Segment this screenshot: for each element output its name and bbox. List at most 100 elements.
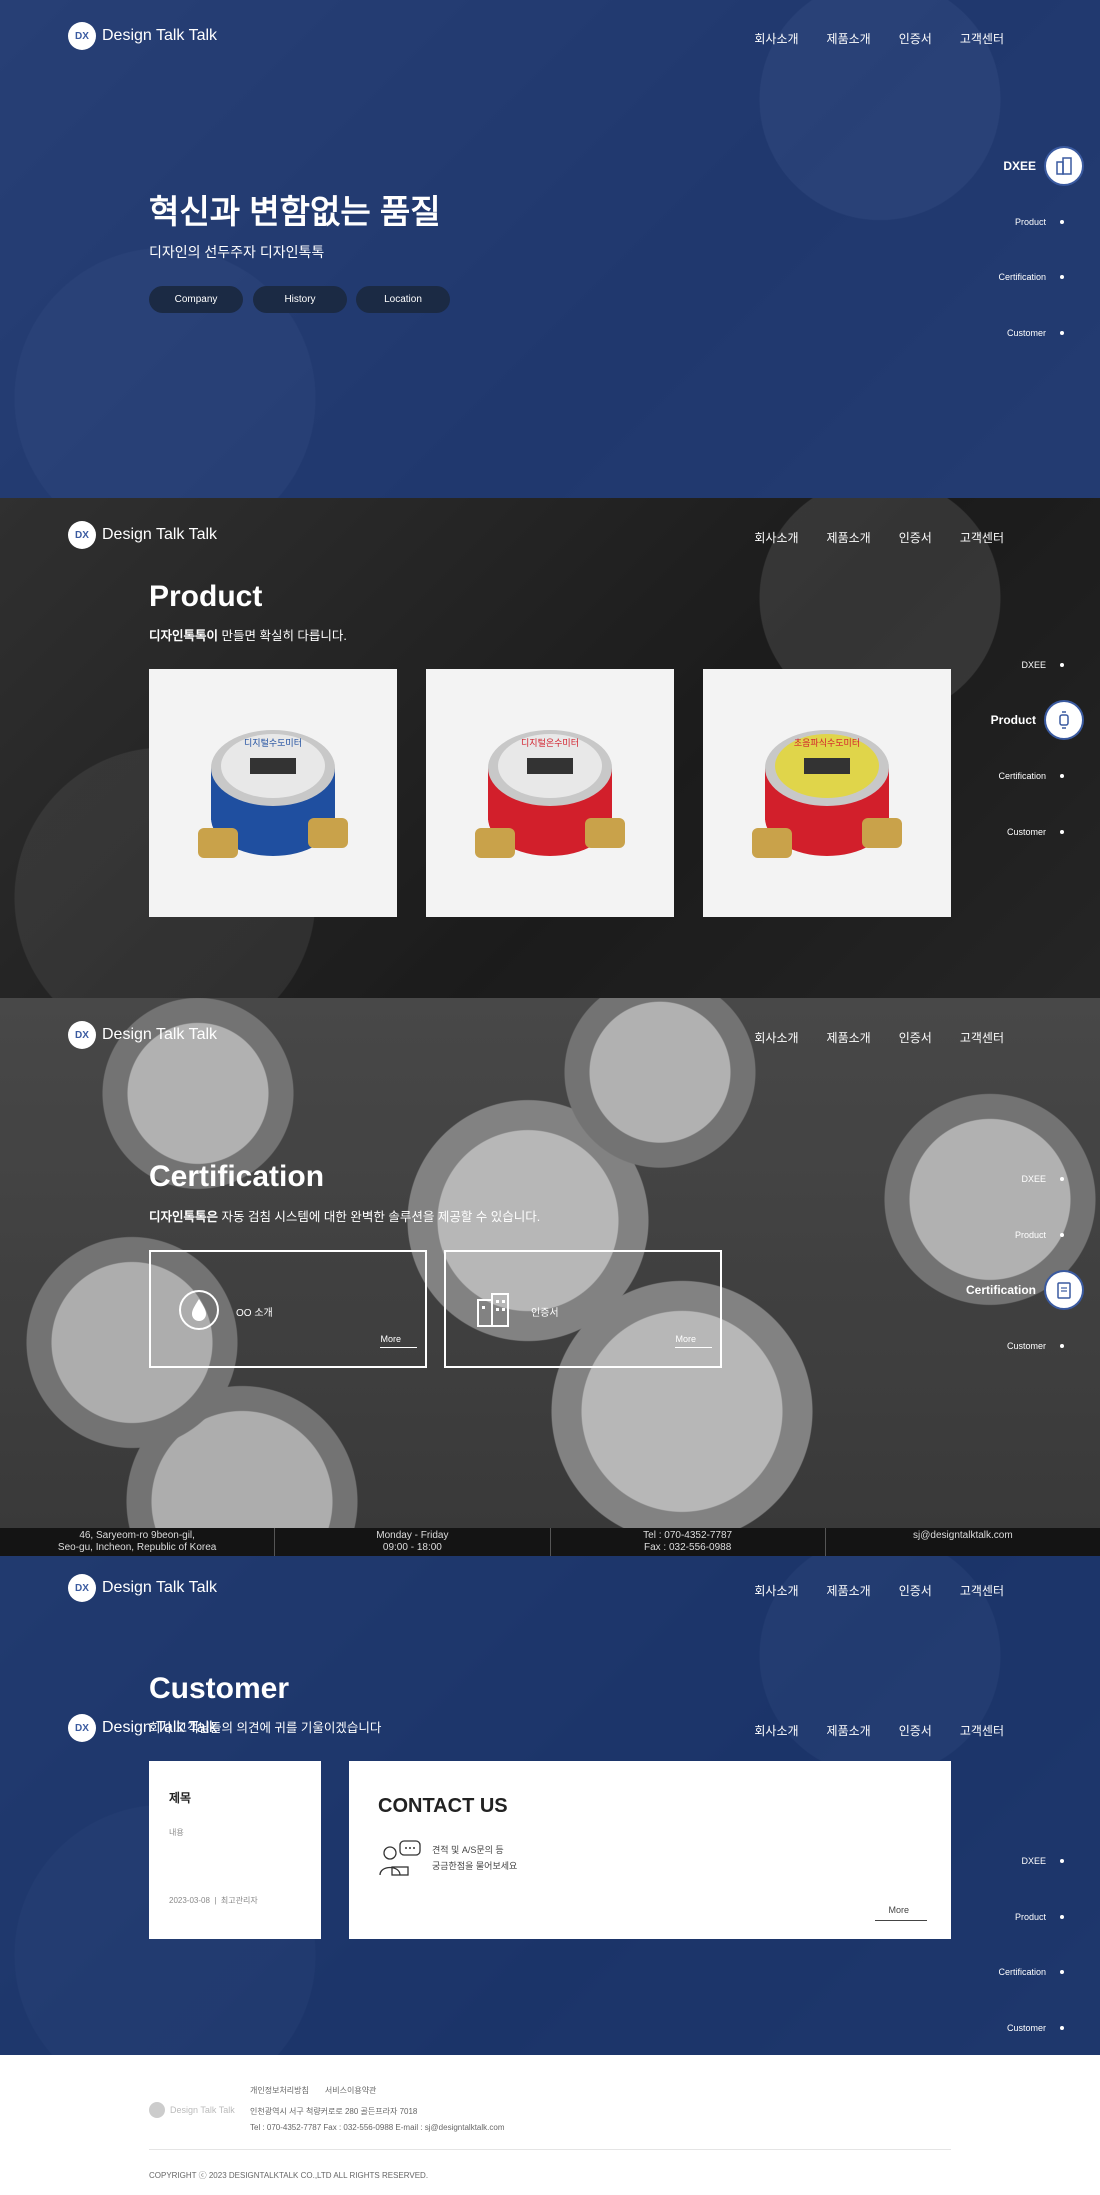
section-title: Certification	[149, 1160, 325, 1193]
info-address: 46, Saryeom-ro 9beon-gil, Seo-gu, Incheon…	[0, 1528, 276, 1556]
product-card-3[interactable]: 초음파식수도미터	[703, 669, 951, 917]
support-agent-icon	[378, 1839, 422, 1884]
info-hours: Monday - Friday 09:00 - 18:00	[275, 1528, 551, 1556]
side-nav-item-certification[interactable]: Certification	[998, 1967, 1064, 1977]
nav-item-certification[interactable]: 인증서	[899, 529, 932, 546]
side-nav-item-dxee[interactable]: DXEE	[1003, 146, 1084, 186]
address-line2: Seo-gu, Incheon, Republic of Korea	[57, 1542, 217, 1553]
dot-icon	[1060, 1859, 1064, 1863]
intro-box[interactable]: OO 소개 More	[149, 1250, 427, 1368]
meter-label: 초음파식수도미터	[794, 738, 860, 748]
logo[interactable]: DX Design Talk Talk	[68, 22, 217, 50]
nav-item-company[interactable]: 회사소개	[754, 1582, 798, 1599]
side-nav-item-product[interactable]: Product	[1015, 1912, 1064, 1922]
contact-more-link[interactable]: More	[888, 1905, 909, 1915]
contact-title: CONTACT US	[378, 1795, 508, 1817]
footer-contact: Tel : 070-4352-7787 Fax : 032-556-0988 E…	[250, 2123, 505, 2132]
side-nav-label: DXEE	[1021, 1856, 1046, 1866]
side-nav-label: Customer	[1006, 827, 1046, 837]
intro-more-link[interactable]: More	[380, 1334, 417, 1348]
contact-line2: 궁금한점을 물어보세요	[432, 1861, 518, 1871]
footer-links: 개인정보처리방침 서비스이용약관	[250, 2085, 376, 2096]
logo[interactable]: DX Design Talk Talk	[68, 521, 217, 549]
side-nav-item-certification[interactable]: Certification	[966, 1270, 1084, 1310]
product-card-2[interactable]: 디지털온수미터	[426, 669, 674, 917]
section-description: 디자인톡톡은 자동 검침 시스템에 대한 완벽한 솔루션을 제공할 수 있습니다…	[149, 1206, 540, 1225]
side-nav-label: DXEE	[1021, 660, 1046, 670]
nav-item-products[interactable]: 제품소개	[827, 30, 871, 47]
nav-item-company[interactable]: 회사소개	[754, 1722, 798, 1739]
side-nav: DXEE Product Certification Customer	[980, 0, 1100, 498]
side-nav-item-customer[interactable]: Customer	[1007, 328, 1064, 338]
side-nav-label: Certification	[965, 1283, 1036, 1297]
footer-logo-text: Design Talk Talk	[170, 2105, 235, 2115]
nav-item-certification[interactable]: 인증서	[899, 1722, 932, 1739]
side-nav-item-dxee[interactable]: DXEE	[1021, 1856, 1064, 1866]
more-arrow-icon	[875, 1920, 927, 1921]
side-nav-item-dxee[interactable]: DXEE	[1021, 660, 1064, 670]
side-nav-item-customer[interactable]: Customer	[1007, 1341, 1064, 1351]
side-nav-label: Certification	[998, 771, 1046, 781]
side-nav-item-product[interactable]: Product	[1015, 217, 1064, 227]
main-nav: 회사소개 제품소개 인증서 고객센터	[754, 529, 1004, 546]
side-nav-label: Customer	[1006, 328, 1046, 338]
logo[interactable]: DX Design Talk Talk	[68, 1021, 217, 1049]
terms-link[interactable]: 서비스이용약관	[325, 2085, 377, 2096]
history-button[interactable]: History	[253, 286, 347, 313]
nav-item-products[interactable]: 제품소개	[827, 1722, 871, 1739]
footer-logo-icon	[149, 2102, 165, 2118]
meter-label: 디지털온수미터	[521, 737, 579, 748]
logo-mark-icon: DX	[68, 1714, 96, 1742]
side-nav-label: DXEE	[1021, 1174, 1046, 1184]
side-nav-item-dxee[interactable]: DXEE	[1021, 1174, 1064, 1184]
notice-title: 제목	[169, 1791, 192, 1805]
logo[interactable]: DX Design Talk Talk	[68, 1574, 217, 1602]
contact-card[interactable]: CONTACT US 견적 및 A/S문의 등 궁금한점을 물어보세요 More	[349, 1761, 951, 1939]
section-description: 회사 고객님들의 의견에 귀를 기울이겠습니다	[149, 1721, 382, 1735]
nav-item-company[interactable]: 회사소개	[754, 30, 798, 47]
main-nav: 회사소개 제품소개 인증서 고객센터	[754, 1722, 1004, 1739]
nav-item-products[interactable]: 제품소개	[827, 1582, 871, 1599]
building-icon	[1044, 146, 1084, 186]
side-nav-item-customer[interactable]: Customer	[1007, 2023, 1064, 2033]
privacy-policy-link[interactable]: 개인정보처리방침	[250, 2085, 309, 2096]
header: DX Design Talk Talk 회사소개 제품소개 인증서 고객센터	[0, 4, 1100, 64]
notice-card[interactable]: 제목 내용 2023-03-08 | 최고관리자	[149, 1761, 321, 1939]
product-card-1[interactable]: 디지털수도미터	[149, 669, 397, 917]
nav-item-certification[interactable]: 인증서	[899, 30, 932, 47]
clipboard-icon	[1044, 1270, 1084, 1310]
meter-label: 디지털수도미터	[244, 737, 302, 748]
intro-label: OO 소개	[236, 1308, 273, 1319]
nav-item-company[interactable]: 회사소개	[754, 529, 798, 546]
info-phone: Tel : 070-4352-7787 Fax : 032-556-0988	[551, 1528, 826, 1556]
logo-text: Design Talk Talk	[102, 526, 218, 543]
company-button[interactable]: Company	[149, 286, 243, 313]
hours-line1: Monday - Friday	[376, 1530, 449, 1541]
side-nav-label: Product	[1014, 217, 1046, 227]
nav-item-products[interactable]: 제품소개	[827, 1029, 871, 1046]
side-nav-item-customer[interactable]: Customer	[1007, 827, 1064, 837]
dot-icon	[1060, 1233, 1064, 1237]
header: DX Design Talk Talk 회사소개 제품소개 인증서 고객센터	[0, 1556, 1100, 1616]
certificate-more-link[interactable]: More	[675, 1334, 712, 1348]
logo-mark-icon: DX	[68, 1574, 96, 1602]
side-nav-label: Product	[1014, 1912, 1046, 1922]
email[interactable]: sj@designtalktalk.com	[913, 1530, 1013, 1541]
location-button[interactable]: Location	[356, 286, 450, 313]
nav-item-products[interactable]: 제품소개	[827, 529, 871, 546]
nav-item-certification[interactable]: 인증서	[899, 1582, 932, 1599]
hero-title: 혁신과 변함없는 품질	[149, 193, 441, 230]
side-nav-label: Product	[1014, 1230, 1046, 1240]
side-nav-item-product[interactable]: Product	[1015, 1230, 1064, 1240]
description-text: 만들면 확실히 다릅니다.	[218, 629, 347, 643]
logo-mark-icon: DX	[68, 1021, 96, 1049]
dot-icon	[1060, 275, 1064, 279]
description-text: 자동 검침 시스템에 대한 완벽한 솔루션을 제공할 수 있습니다.	[218, 1210, 541, 1224]
nav-item-company[interactable]: 회사소개	[754, 1029, 798, 1046]
side-nav-item-certification[interactable]: Certification	[998, 771, 1064, 781]
side-nav-item-product[interactable]: Product	[991, 700, 1084, 740]
side-nav-item-certification[interactable]: Certification	[998, 272, 1064, 282]
certificate-box[interactable]: 인증서 More	[444, 1250, 722, 1368]
nav-item-certification[interactable]: 인증서	[899, 1029, 932, 1046]
section-description: 디자인톡톡이 만들면 확실히 다릅니다.	[149, 625, 347, 644]
